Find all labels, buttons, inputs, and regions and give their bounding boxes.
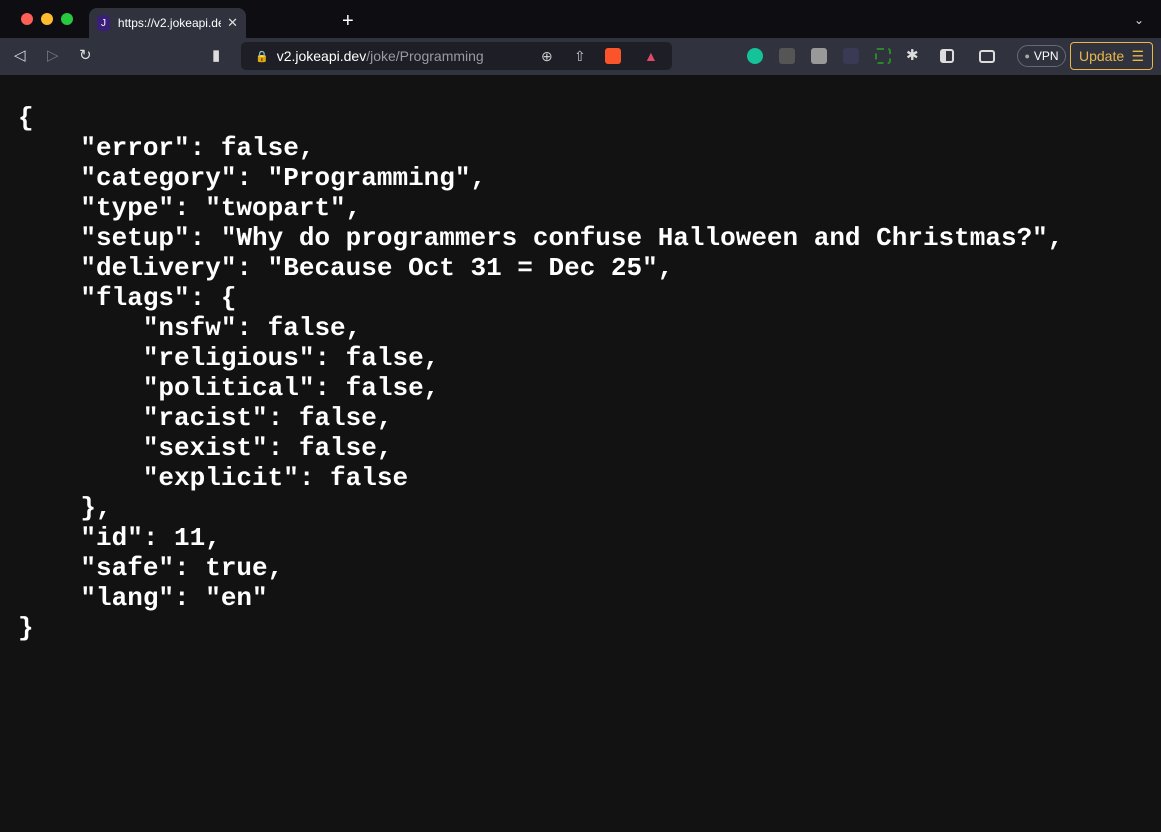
- json-line: },: [18, 493, 112, 523]
- tab-bar: J https://v2.jokeapi.dev/joke/Programmin…: [0, 0, 1161, 38]
- favicon-icon: J: [97, 15, 110, 31]
- camera-icon[interactable]: [811, 48, 827, 64]
- json-viewer: { "error": false, "category": "Programmi…: [18, 103, 1063, 643]
- json-line: "error": false,: [18, 133, 315, 163]
- vpn-button[interactable]: ● VPN: [1017, 45, 1066, 67]
- json-line: "racist": false,: [18, 403, 393, 433]
- address-bar[interactable]: 🔒 v2.jokeapi.dev/joke/Programming ⊕ ⇧ ▲: [241, 42, 672, 70]
- grammarly-icon[interactable]: [747, 48, 763, 64]
- status-dot-icon: ●: [1024, 51, 1030, 61]
- bookmark-icon[interactable]: ▮: [212, 47, 220, 65]
- update-label: Update: [1079, 48, 1125, 64]
- json-line: "safe": true,: [18, 553, 284, 583]
- json-line: "explicit": false: [18, 463, 409, 493]
- json-line: "delivery": "Because Oct 31 = Dec 25",: [18, 253, 674, 283]
- json-line: "id": 11,: [18, 523, 221, 553]
- close-tab-icon[interactable]: ✕: [227, 15, 238, 31]
- json-line: "flags": {: [18, 283, 237, 313]
- new-tab-button[interactable]: +: [342, 10, 354, 33]
- vpn-label: VPN: [1033, 49, 1059, 63]
- maximize-window-button[interactable]: [61, 13, 73, 25]
- json-line: "category": "Programming",: [18, 163, 487, 193]
- tab-active[interactable]: J https://v2.jokeapi.dev/joke/Programmin…: [89, 8, 246, 38]
- brave-rewards-icon[interactable]: ▲: [644, 48, 658, 64]
- url-host: v2.jokeapi.dev: [276, 48, 367, 64]
- back-icon[interactable]: ◁: [14, 47, 26, 65]
- json-line: "religious": false,: [18, 343, 440, 373]
- reload-icon[interactable]: ↻: [79, 47, 92, 65]
- wallet-icon[interactable]: [979, 50, 995, 63]
- zoom-icon[interactable]: ⊕: [541, 48, 553, 65]
- chevron-down-icon[interactable]: ⌄: [1134, 13, 1144, 27]
- json-line: "sexist": false,: [18, 433, 393, 463]
- toolbar: ◁ ▷ ↻ ▮ 🔒 v2.jokeapi.dev/joke/Programmin…: [0, 38, 1161, 75]
- lock-icon: 🔒: [255, 50, 269, 63]
- extension-wave-icon[interactable]: [843, 48, 859, 64]
- json-line: {: [18, 103, 34, 133]
- json-line: "setup": "Why do programmers confuse Hal…: [18, 223, 1064, 253]
- update-button[interactable]: Update ☰: [1070, 42, 1153, 70]
- extension-m-icon[interactable]: [779, 48, 795, 64]
- json-line: "nsfw": false,: [18, 313, 362, 343]
- json-line: "type": "twopart",: [18, 193, 362, 223]
- close-window-button[interactable]: [21, 13, 33, 25]
- brave-shields-icon[interactable]: [605, 48, 621, 64]
- sidebar-icon[interactable]: [940, 49, 954, 63]
- json-line: "political": false,: [18, 373, 440, 403]
- extensions-puzzle-icon[interactable]: ✱: [906, 47, 919, 65]
- json-line: "lang": "en": [18, 583, 268, 613]
- tab-title: https://v2.jokeapi.dev/joke/Programming: [117, 16, 221, 30]
- json-line: }: [18, 613, 34, 643]
- menu-icon: ☰: [1131, 47, 1144, 64]
- share-icon[interactable]: ⇧: [574, 48, 586, 65]
- screenshot-icon[interactable]: [875, 48, 891, 64]
- forward-icon[interactable]: ▷: [47, 47, 59, 65]
- url-path: /joke/Programming: [366, 48, 484, 64]
- minimize-window-button[interactable]: [41, 13, 53, 25]
